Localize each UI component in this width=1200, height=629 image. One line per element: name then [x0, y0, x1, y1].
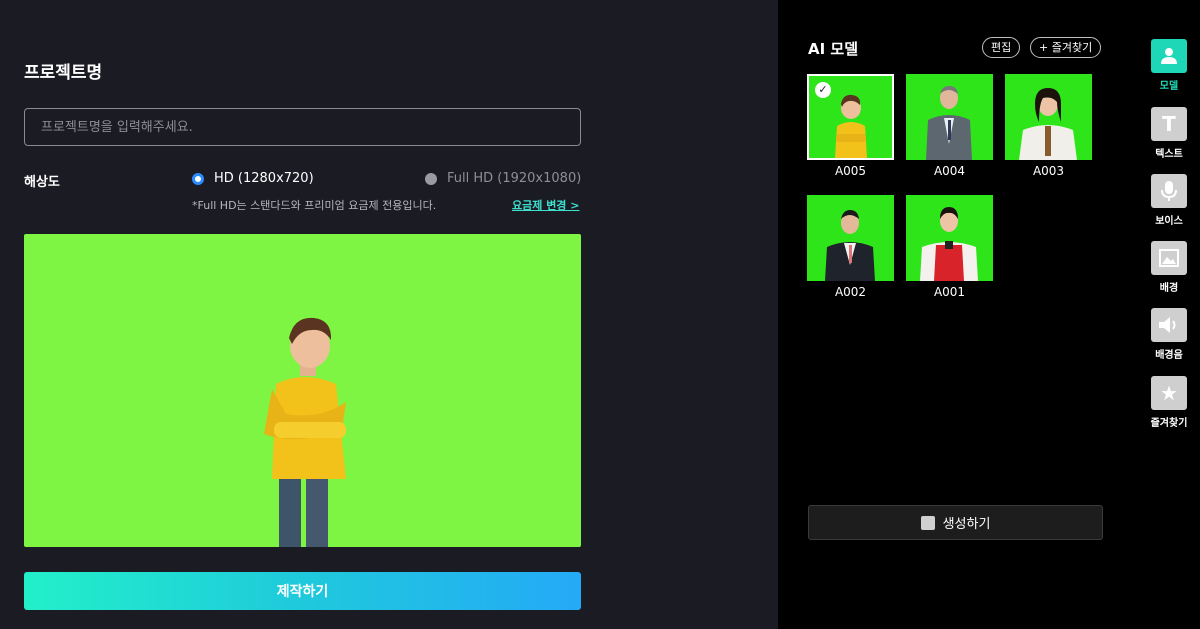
model-name: A004	[933, 164, 966, 178]
resolution-fullhd-label: Full HD (1920x1080)	[447, 171, 582, 186]
sidebar-item-background[interactable]: 배경	[1150, 241, 1188, 294]
project-name-title: 프로젝트명	[24, 63, 103, 83]
model-name: A003	[1032, 164, 1065, 178]
make-video-button[interactable]: 제작하기	[24, 572, 581, 610]
edit-button[interactable]: 편집	[982, 37, 1021, 58]
image-icon	[1151, 241, 1187, 275]
generate-button-label: 생성하기	[942, 517, 991, 532]
sidebar-item-label: 보이스	[1155, 216, 1183, 227]
resolution-hd-label: HD (1280x720)	[214, 171, 314, 186]
checkmark-icon: ✓	[815, 82, 831, 98]
star-icon: ★	[1151, 376, 1187, 410]
fullhd-note: *Full HD는 스탠다드와 프리미엄 요금제 전용입니다.	[192, 199, 437, 212]
sidebar-item-voice[interactable]: 보이스	[1150, 174, 1188, 227]
model-card-a004[interactable]: A004	[906, 74, 993, 178]
model-figure	[920, 207, 978, 281]
speaker-icon	[1151, 308, 1187, 342]
change-plan-link[interactable]: 요금제 변경 >	[512, 197, 579, 213]
model-name: A001	[933, 285, 966, 299]
sidebar-item-favorites[interactable]: ★ 즐겨찾기	[1150, 376, 1188, 429]
model-thumbnail	[1005, 74, 1092, 160]
sidebar-item-label: 텍스트	[1155, 149, 1183, 160]
project-name-input[interactable]	[24, 108, 581, 146]
model-thumbnail	[807, 195, 894, 281]
radio-selected-icon	[192, 172, 204, 185]
model-card-a005[interactable]: ✓ A005	[807, 74, 894, 178]
model-figure	[926, 86, 972, 160]
video-preview	[24, 234, 581, 547]
sidebar-item-label: 즐겨찾기	[1150, 418, 1188, 429]
resolution-fullhd-radio[interactable]: Full HD (1920x1080)	[425, 171, 581, 186]
sidebar-item-model[interactable]: 모델	[1150, 39, 1188, 92]
radio-disabled-icon	[425, 172, 437, 185]
microphone-icon	[1151, 174, 1187, 208]
model-name: A002	[834, 285, 867, 299]
sidebar-item-label: 모델	[1159, 81, 1179, 92]
add-favorite-button[interactable]: + 즐겨찾기	[1030, 37, 1102, 58]
model-card-a003[interactable]: A003	[1005, 74, 1092, 178]
sidebar-item-label: 배경	[1159, 283, 1179, 294]
sidebar-item-label: 배경음	[1155, 350, 1183, 361]
resolution-label: 해상도	[24, 175, 60, 190]
sidebar-item-text[interactable]: T 텍스트	[1150, 107, 1188, 160]
model-figure	[1019, 88, 1077, 160]
model-card-a001[interactable]: A001	[906, 195, 993, 299]
generate-button[interactable]: 생성하기	[808, 505, 1103, 540]
person-icon	[1151, 39, 1187, 73]
ai-model-title: AI 모델	[808, 40, 859, 58]
model-thumbnail: ✓	[807, 74, 894, 160]
model-card-a002[interactable]: A002	[807, 195, 894, 299]
model-thumbnail	[906, 195, 993, 281]
person-add-icon	[920, 515, 935, 530]
model-name: A005	[834, 164, 867, 178]
model-thumbnail	[906, 74, 993, 160]
child-model-figure	[264, 317, 346, 547]
text-icon: T	[1151, 107, 1187, 141]
model-figure	[825, 210, 875, 281]
sidebar-item-bgm[interactable]: 배경음	[1150, 308, 1188, 361]
resolution-hd-radio[interactable]: HD (1280x720)	[192, 171, 314, 186]
